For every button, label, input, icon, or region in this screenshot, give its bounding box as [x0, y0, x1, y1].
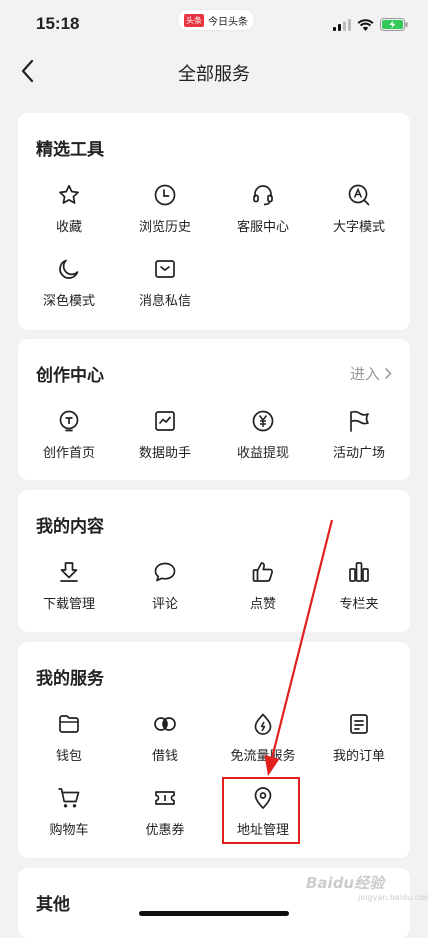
large-text-icon [347, 183, 371, 207]
large-text-item[interactable]: 大字模式 [310, 183, 408, 253]
comment-icon [153, 560, 177, 584]
status-icons [333, 16, 408, 35]
history-item[interactable]: 浏览历史 [116, 183, 214, 253]
status-bar: 15:18 头条 今日头条 [0, 0, 428, 46]
app-name: 今日头条 [208, 16, 248, 28]
watermark-url: jingyan.baidu.com [358, 893, 428, 902]
cart-icon [57, 786, 81, 810]
app-logo: 头条 [184, 13, 204, 27]
item-label: 消息私信 [138, 294, 191, 309]
home-indicator[interactable] [139, 911, 289, 916]
creation-card: 创作中心 进入 创作首页 数据助手 收益提现 活动广场 [18, 339, 410, 480]
coupon-icon [153, 786, 177, 810]
item-label: 深色模式 [42, 294, 95, 309]
item-label: 我的订单 [332, 749, 385, 764]
item-label: 浏览历史 [138, 220, 191, 235]
item-label: 评论 [151, 597, 178, 612]
watermark: Baidu经验 [306, 874, 385, 892]
page-title: 全部服务 [178, 64, 250, 85]
item-label: 活动广场 [332, 446, 385, 461]
enter-link-label: 进入 [349, 365, 380, 383]
messages-item[interactable]: 消息私信 [116, 257, 214, 327]
other-card-title: 其他 [36, 895, 70, 915]
item-label: 大字模式 [332, 220, 385, 235]
navigation-bar: 全部服务 [0, 46, 428, 98]
services-card-title: 我的服务 [36, 669, 104, 689]
item-label: 客服中心 [236, 220, 289, 235]
item-label: 优惠券 [145, 823, 185, 838]
item-label: 专栏夹 [339, 597, 379, 612]
tools-card-title: 精选工具 [36, 140, 104, 160]
likes-item[interactable]: 点赞 [214, 560, 312, 630]
support-item[interactable]: 客服中心 [214, 183, 312, 253]
content-card: 我的内容 下载管理 评论 点赞 专栏夹 [18, 490, 410, 632]
cart-item[interactable]: 购物车 [20, 786, 118, 856]
yuan-icon [251, 409, 275, 433]
item-label: 创作首页 [42, 446, 95, 461]
creator-home-item[interactable]: 创作首页 [20, 409, 118, 479]
loan-item[interactable]: 借钱 [116, 712, 214, 782]
orders-item[interactable]: 我的订单 [310, 712, 408, 782]
battery-icon [380, 16, 408, 35]
download-icon [57, 560, 81, 584]
wallet-item[interactable]: 钱包 [20, 712, 118, 782]
downloads-item[interactable]: 下载管理 [20, 560, 118, 630]
coupon-item[interactable]: 优惠券 [116, 786, 214, 856]
item-label: 收益提现 [236, 446, 289, 461]
tools-card: 精选工具 收藏 浏览历史 客服中心 大字模式 深色模式 消息私信 [18, 113, 410, 330]
column-folder-item[interactable]: 专栏夹 [310, 560, 408, 630]
item-label: 收藏 [55, 220, 82, 235]
earnings-item[interactable]: 收益提现 [214, 409, 312, 479]
data-assistant-item[interactable]: 数据助手 [116, 409, 214, 479]
chevron-right-icon [384, 367, 392, 380]
favorites-item[interactable]: 收藏 [20, 183, 118, 253]
data-free-icon [251, 712, 275, 736]
status-time: 15:18 [36, 14, 80, 33]
item-label: 数据助手 [138, 446, 191, 461]
message-box-icon [153, 257, 177, 281]
chart-icon [153, 409, 177, 433]
headset-icon [251, 183, 275, 207]
item-label: 钱包 [55, 749, 82, 764]
signal-icon [333, 16, 351, 35]
thumb-up-icon [251, 560, 275, 584]
item-label: 点赞 [249, 597, 276, 612]
creation-card-title: 创作中心 [36, 366, 104, 386]
clock-icon [153, 183, 177, 207]
data-free-item[interactable]: 免流量服务 [214, 712, 312, 782]
comments-item[interactable]: 评论 [116, 560, 214, 630]
flag-icon [347, 409, 371, 433]
dark-mode-item[interactable]: 深色模式 [20, 257, 118, 327]
column-icon [347, 560, 371, 584]
app-indicator[interactable]: 头条 今日头条 [178, 10, 254, 30]
item-label: 购物车 [49, 823, 89, 838]
loan-icon [153, 712, 177, 736]
item-label: 免流量服务 [230, 749, 296, 764]
content-card-title: 我的内容 [36, 517, 104, 537]
activity-item[interactable]: 活动广场 [310, 409, 408, 479]
services-card: 我的服务 钱包 借钱 免流量服务 我的订单 购物车 优惠券 地址管理 [18, 642, 410, 858]
star-icon [57, 183, 81, 207]
moon-icon [57, 257, 81, 281]
wallet-icon [57, 712, 81, 736]
bulb-icon [57, 409, 81, 433]
item-label: 下载管理 [42, 597, 95, 612]
order-icon [347, 712, 371, 736]
item-label: 借钱 [151, 749, 178, 764]
wifi-icon [357, 16, 374, 35]
enter-link[interactable]: 进入 [350, 363, 392, 384]
highlight-box [222, 777, 300, 844]
